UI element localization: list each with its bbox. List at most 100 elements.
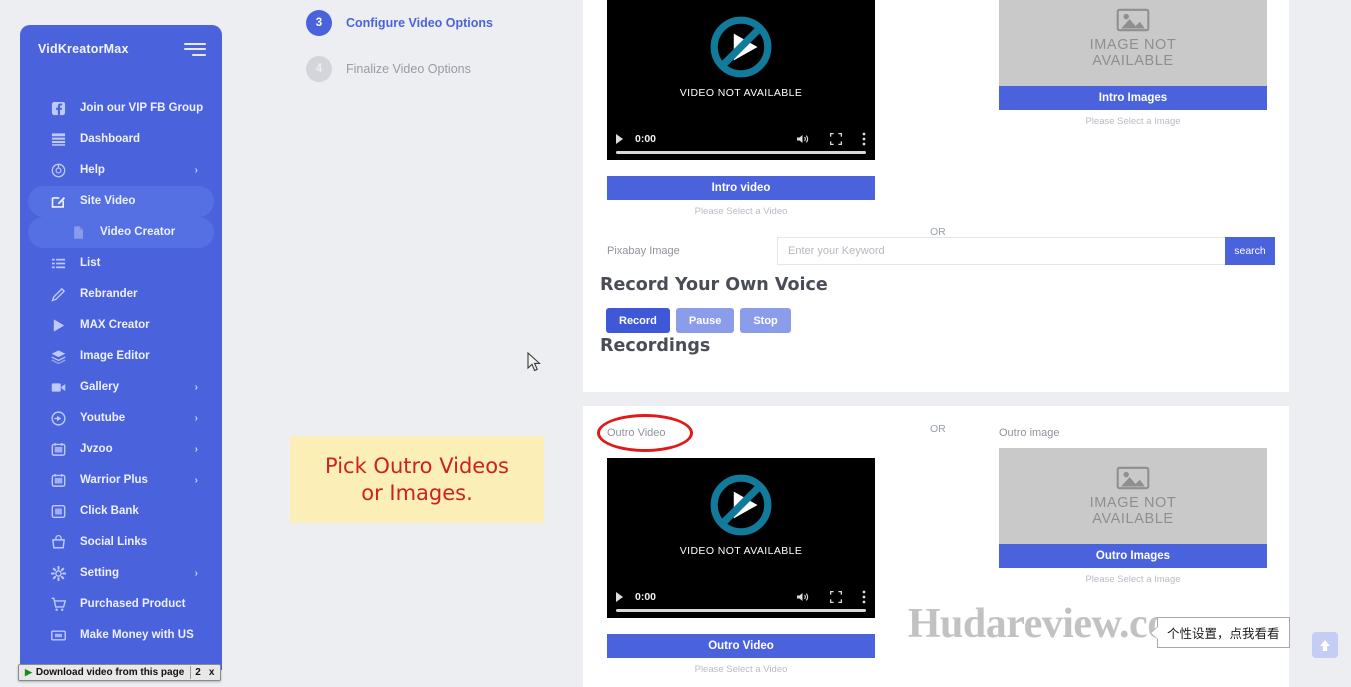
download-bar-count[interactable]: 2 bbox=[191, 667, 205, 678]
fullscreen-icon[interactable] bbox=[830, 591, 842, 603]
sidebar-item-warrior-plus[interactable]: Warrior Plus › bbox=[28, 465, 214, 496]
money-icon bbox=[50, 627, 67, 644]
step-4[interactable]: 4 Finalize Video Options bbox=[258, 46, 540, 92]
hamburger-icon[interactable] bbox=[184, 42, 206, 56]
step-4-label: Finalize Video Options bbox=[346, 62, 471, 76]
download-video-bar[interactable]: ▶ Download video from this page 2 x bbox=[18, 664, 222, 681]
download-video-main[interactable]: ▶ Download video from this page bbox=[21, 666, 192, 679]
intro-image-placeholder-line2: AVAILABLE bbox=[1092, 53, 1174, 69]
record-button[interactable]: Record bbox=[606, 308, 670, 333]
sidebar-item-social-links[interactable]: Social Links bbox=[28, 527, 214, 558]
sidebar-item-video-creator[interactable]: Video Creator bbox=[28, 217, 214, 248]
file-icon bbox=[70, 224, 87, 241]
sidebar-item-label: Join our VIP FB Group bbox=[80, 101, 204, 114]
sidebar-item-label: Jvzoo bbox=[80, 442, 113, 455]
outro-video-helper: Please Select a Video bbox=[694, 664, 788, 675]
outro-video-controls: 0:00 bbox=[607, 590, 875, 604]
help-circle-icon bbox=[50, 162, 67, 179]
intro-image-column: IMAGE NOT AVAILABLE Intro Images Please … bbox=[999, 0, 1267, 127]
brand-title: VidKreatorMax bbox=[38, 42, 129, 56]
mouse-cursor bbox=[527, 352, 541, 372]
sidebar-item-label: Social Links bbox=[80, 535, 148, 548]
pause-button[interactable]: Pause bbox=[675, 308, 735, 333]
intro-video-preview[interactable]: VIDEO NOT AVAILABLE 0:00 bbox=[607, 0, 875, 160]
image-placeholder-icon bbox=[1116, 466, 1150, 489]
intro-video-button[interactable]: Intro video bbox=[607, 176, 875, 200]
fullscreen-icon[interactable] bbox=[830, 133, 842, 145]
personalize-settings-tooltip[interactable]: 个性设置，点我看看 bbox=[1150, 617, 1290, 648]
sidebar-item-help[interactable]: Help › bbox=[28, 155, 214, 186]
social-links-icon bbox=[50, 534, 67, 551]
outro-image-preview[interactable]: IMAGE NOT AVAILABLE bbox=[999, 448, 1267, 544]
sidebar-item-label: Warrior Plus bbox=[80, 473, 148, 486]
intro-image-helper: Please Select a Image bbox=[1085, 116, 1181, 127]
outro-or-separator: OR bbox=[930, 423, 946, 435]
sidebar-item-rebrander[interactable]: Rebrander bbox=[28, 279, 214, 310]
sidebar-item-label: Site Video bbox=[80, 194, 136, 207]
pixabay-search-input[interactable] bbox=[777, 237, 1225, 265]
sidebar-item-jvzoo[interactable]: Jvzoo › bbox=[28, 434, 214, 465]
more-options-icon[interactable] bbox=[862, 590, 866, 604]
sidebar-item-label: Video Creator bbox=[100, 225, 176, 238]
gear-icon bbox=[50, 565, 67, 582]
sidebar-item-youtube[interactable]: Youtube › bbox=[28, 403, 214, 434]
intro-image-placeholder-line1: IMAGE NOT bbox=[1089, 36, 1177, 53]
sidebar-item-click-bank[interactable]: Click Bank bbox=[28, 496, 214, 527]
sidebar-item-label: Gallery bbox=[80, 380, 119, 393]
step-3-number: 3 bbox=[306, 10, 332, 36]
pixabay-search-button[interactable]: search bbox=[1225, 237, 1275, 265]
outro-video-button[interactable]: Outro Video bbox=[607, 634, 875, 658]
outro-video-placeholder-text: VIDEO NOT AVAILABLE bbox=[679, 545, 803, 557]
step-3[interactable]: 3 Configure Video Options bbox=[258, 0, 540, 46]
sidebar-item-image-editor[interactable]: Image Editor bbox=[28, 341, 214, 372]
intro-section-card: VIDEO NOT AVAILABLE 0:00 Intro video Ple… bbox=[582, 0, 1290, 393]
sidebar-item-join-our-vip-fb-group[interactable]: Join our VIP FB Group bbox=[28, 93, 214, 124]
intro-image-preview[interactable]: IMAGE NOT AVAILABLE bbox=[999, 0, 1267, 86]
sidebar-menu: Join our VIP FB Group Dashboard Help › Site … bbox=[20, 93, 222, 651]
play-icon bbox=[50, 317, 67, 334]
video-play-icon[interactable] bbox=[616, 592, 623, 602]
cart-icon bbox=[50, 596, 67, 613]
download-bar-label: Download video from this page bbox=[35, 667, 185, 678]
outro-image-placeholder-line2: AVAILABLE bbox=[1092, 511, 1174, 527]
intro-video-controls: 0:00 bbox=[607, 132, 875, 146]
intro-images-button[interactable]: Intro Images bbox=[999, 86, 1267, 110]
app-root: VidKreatorMax Join our VIP FB Group Dashb… bbox=[0, 0, 1351, 687]
sidebar-item-setting[interactable]: Setting › bbox=[28, 558, 214, 589]
stop-button[interactable]: Stop bbox=[740, 308, 791, 333]
scroll-to-top-button[interactable] bbox=[1312, 632, 1338, 658]
chevron-right-icon: › bbox=[194, 412, 198, 424]
sidebar-item-max-creator[interactable]: MAX Creator bbox=[28, 310, 214, 341]
sidebar-item-purchased-product[interactable]: Purchased Product bbox=[28, 589, 214, 620]
chevron-right-icon: › bbox=[194, 567, 198, 579]
download-bar-close-button[interactable]: x bbox=[205, 667, 219, 678]
edit-square-icon bbox=[50, 193, 67, 210]
sidebar-item-site-video[interactable]: Site Video bbox=[28, 186, 214, 217]
outro-video-preview[interactable]: VIDEO NOT AVAILABLE 0:00 bbox=[607, 458, 875, 618]
outro-images-button[interactable]: Outro Images bbox=[999, 544, 1267, 568]
layers-icon bbox=[50, 348, 67, 365]
sidebar-item-label: List bbox=[80, 256, 101, 269]
intro-video-progress-bar[interactable] bbox=[616, 151, 866, 154]
volume-icon[interactable] bbox=[796, 133, 810, 145]
warriorplus-icon bbox=[50, 472, 67, 489]
outro-video-time: 0:00 bbox=[635, 591, 657, 603]
sidebar-item-make-money-with-us[interactable]: Make Money with US bbox=[28, 620, 214, 651]
annotation-callout: Pick Outro Videos or Images. bbox=[290, 436, 544, 523]
pencil-icon bbox=[50, 286, 67, 303]
pixabay-label: Pixabay Image bbox=[607, 245, 680, 257]
sidebar-item-gallery[interactable]: Gallery › bbox=[28, 372, 214, 403]
volume-icon[interactable] bbox=[796, 591, 810, 603]
outro-image-helper: Please Select a Image bbox=[1085, 574, 1181, 585]
sidebar-item-label: Dashboard bbox=[80, 132, 141, 145]
outro-video-progress-bar[interactable] bbox=[616, 609, 866, 612]
chevron-right-icon: › bbox=[194, 381, 198, 393]
pixabay-row: Pixabay Image search bbox=[607, 237, 1275, 265]
sidebar-item-dashboard[interactable]: Dashboard bbox=[28, 124, 214, 155]
chevron-right-icon: › bbox=[194, 474, 198, 486]
sidebar-item-list[interactable]: List bbox=[28, 248, 214, 279]
sidebar-item-label: Image Editor bbox=[80, 349, 150, 362]
more-options-icon[interactable] bbox=[862, 132, 866, 146]
video-play-icon[interactable] bbox=[616, 134, 623, 144]
record-buttons: Record Pause Stop bbox=[606, 308, 791, 333]
